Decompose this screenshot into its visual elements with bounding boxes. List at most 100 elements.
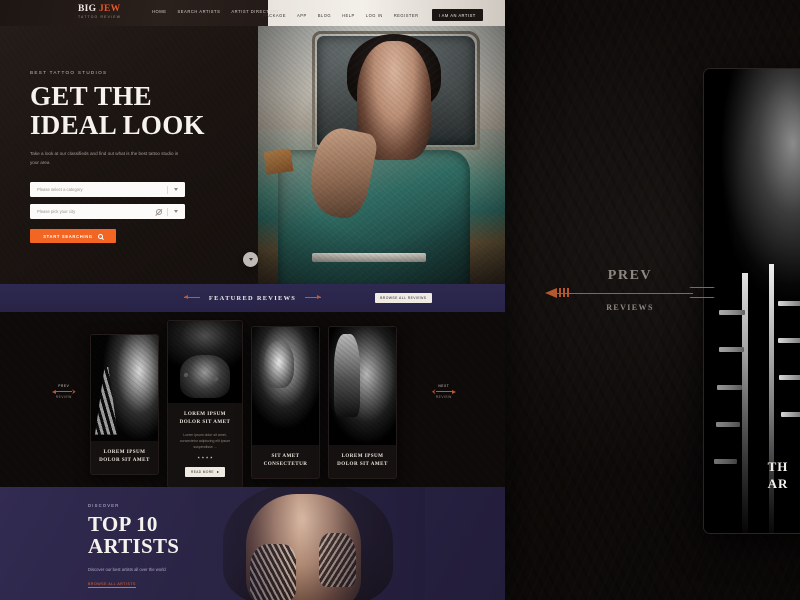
logo-wordmark: BIG JEW xyxy=(78,4,121,14)
hero-section: BEST TATTOO STUDIOS GET THE IDEAL LOOK T… xyxy=(0,26,505,284)
review-card-featured[interactable]: LOREM IPSUM DOLOR SIT AMET Lorem ipsum d… xyxy=(167,320,243,487)
top-artists-kicker: DISCOVER xyxy=(88,503,120,508)
nav-link-package[interactable]: PACKAGE xyxy=(263,13,286,18)
city-placeholder: Please pick your city xyxy=(37,209,76,215)
browse-all-reviews-button[interactable]: BROWSE ALL REVIEWS xyxy=(374,293,432,303)
title-line1: LOREM IPSUM xyxy=(341,453,384,459)
star-icon xyxy=(205,456,209,459)
logo-tagline: TATTOO REVIEW xyxy=(78,15,122,19)
review-card-title: LOREM IPSUM DOLOR SIT AMET xyxy=(335,453,390,469)
category-select[interactable]: Please select a category xyxy=(30,182,185,198)
prev-reviews-label: PREV xyxy=(607,268,653,283)
nav-links-right: PACKAGE APP BLOG HELP LOG IN REGISTER I … xyxy=(263,9,483,21)
ornament-arrow-right-icon xyxy=(305,295,322,301)
review-card-excerpt: Lorem ipsum dolor sit amet, consectetur … xyxy=(179,432,231,450)
next-sublabel: REVIEW xyxy=(435,394,452,399)
arrow-head xyxy=(545,287,557,298)
title-line2: DOLOR SIT AMET xyxy=(179,418,231,425)
top-artists-title-line2: ARTISTS xyxy=(88,534,180,559)
arrow-down-icon xyxy=(248,258,253,261)
featured-reviews-bar: FEATURED REVIEWS BROWSE ALL REVIEWS xyxy=(0,284,505,318)
carousel-prev-control[interactable]: PREV REVIEW xyxy=(52,384,76,400)
reviews-carousel: PREV REVIEW LOREM IPSUM DOLOR SIT AMET L… xyxy=(0,312,505,487)
search-button-label: START SEARCHING xyxy=(43,233,93,239)
nav-link-login[interactable]: LOG IN xyxy=(366,13,383,18)
star-icon xyxy=(210,456,213,459)
carousel-next-control[interactable]: NEXT REVIEW xyxy=(432,384,456,400)
review-card[interactable]: LOREM IPSUM DOLOR SIT AMET xyxy=(90,334,159,475)
hero-subtitle: Take a look at our classifieds and find … xyxy=(30,151,179,165)
long-arrow-left-icon xyxy=(545,286,715,300)
hero-copy: BEST TATTOO STUDIOS GET THE IDEAL LOOK T… xyxy=(30,70,230,244)
arrow-fletching xyxy=(72,389,76,395)
carousel-track: LOREM IPSUM DOLOR SIT AMET LOREM IPSUM D… xyxy=(90,320,397,487)
prev-sublabel: REVIEW xyxy=(55,394,72,399)
chevron-down-icon xyxy=(174,188,178,192)
review-card-body: LOREM IPSUM DOLOR SIT AMET xyxy=(91,441,158,474)
star-icon xyxy=(197,456,200,459)
star-icon xyxy=(201,456,205,459)
category-placeholder: Please select a category xyxy=(37,187,83,193)
review-card[interactable]: LOREM IPSUM DOLOR SIT AMET xyxy=(328,326,397,479)
hero-search-form: Please select a category Please pick you… xyxy=(30,182,185,220)
nav-link-app[interactable]: APP xyxy=(297,13,307,18)
hero-left-panel: BEST TATTOO STUDIOS GET THE IDEAL LOOK T… xyxy=(0,26,258,284)
field-divider xyxy=(167,207,168,216)
arrow-shaft xyxy=(56,391,72,393)
hero-image xyxy=(258,26,505,284)
review-card-image xyxy=(329,327,396,445)
start-searching-button[interactable]: START SEARCHING xyxy=(30,229,116,244)
preview-title-line2: AR xyxy=(767,476,789,492)
title-line1: SIT AMET xyxy=(271,453,300,459)
photo-tattoo-right xyxy=(319,532,356,588)
chevron-down-icon xyxy=(174,210,178,214)
review-card-image xyxy=(252,327,319,445)
ornament-arrow-left-icon xyxy=(183,295,200,301)
review-card-title: LOREM IPSUM DOLOR SIT AMET xyxy=(97,449,152,465)
nav-link-register[interactable]: REGISTER xyxy=(394,13,419,18)
image-grain xyxy=(252,327,319,445)
website-mockup: BIG JEW TATTOO REVIEW HOME SEARCH ARTIST… xyxy=(0,0,505,600)
screenshot-stage: BIG JEW TATTOO REVIEW HOME SEARCH ARTIST… xyxy=(0,0,800,600)
read-more-button[interactable]: READ MORE xyxy=(185,466,225,477)
hero-title: GET THE IDEAL LOOK xyxy=(30,82,230,139)
review-card-title: LOREM IPSUM DOLOR SIT AMET xyxy=(174,411,236,427)
hero-title-line2: IDEAL LOOK xyxy=(30,109,205,140)
scroll-down-button[interactable] xyxy=(243,252,258,267)
top-artists-title-line1: TOP 10 xyxy=(88,512,158,536)
featured-reviews-title: FEATURED REVIEWS xyxy=(208,294,297,302)
image-grain xyxy=(329,327,396,445)
preview-title-line1: TH xyxy=(767,458,789,474)
title-line1: LOREM IPSUM xyxy=(184,411,226,417)
i-am-an-artist-button[interactable]: I AM AN ARTIST xyxy=(431,9,483,21)
top-artists-title: TOP 10 ARTISTS xyxy=(88,513,179,558)
field-divider xyxy=(167,185,168,194)
photo-model xyxy=(245,493,361,600)
title-line2: DOLOR SIT AMET xyxy=(99,456,150,463)
nav-link-search-artists[interactable]: SEARCH ARTISTS xyxy=(177,9,220,14)
city-select[interactable]: Please pick your city xyxy=(30,204,185,220)
site-logo[interactable]: BIG JEW TATTOO REVIEW xyxy=(78,4,122,19)
title-line2: DOLOR SIT AMET xyxy=(337,460,388,467)
review-card-image xyxy=(91,335,158,441)
prev-reviews-sublabel: REVIEWS xyxy=(606,303,654,312)
search-icon xyxy=(97,233,103,239)
browse-all-artists-link[interactable]: BROWSE ALL ARTISTS xyxy=(88,582,136,589)
nav-link-home[interactable]: HOME xyxy=(152,9,166,14)
review-card-body: SIT AMET CONSECTETUR xyxy=(252,445,319,478)
nav-link-blog[interactable]: BLOG xyxy=(318,13,331,18)
top-artists-subtitle: Discover our best artists all over the w… xyxy=(88,566,166,572)
photo-vignette xyxy=(258,26,505,284)
arrowhead-right xyxy=(451,389,456,394)
review-card-image xyxy=(168,321,242,403)
prev-reviews-control[interactable]: PREV REVIEWS xyxy=(545,268,715,312)
hero-kicker: BEST TATTOO STUDIOS xyxy=(30,70,108,75)
nav-link-help[interactable]: HELP xyxy=(342,13,355,18)
photo-hair xyxy=(222,487,393,600)
top-navigation: BIG JEW TATTOO REVIEW HOME SEARCH ARTIST… xyxy=(0,0,505,26)
review-card-body: LOREM IPSUM DOLOR SIT AMET xyxy=(329,445,396,478)
image-grain xyxy=(168,321,242,403)
preview-card-title: TH AR xyxy=(704,458,800,493)
preview-card-right[interactable]: TH AR xyxy=(703,68,800,534)
review-card[interactable]: SIT AMET CONSECTETUR xyxy=(251,326,320,479)
